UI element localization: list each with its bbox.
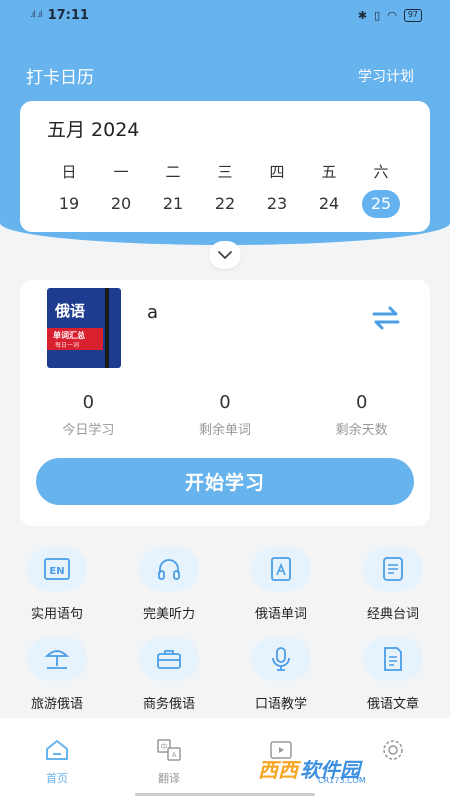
watermark-text: 西西	[258, 757, 298, 782]
document-icon	[383, 557, 403, 581]
bluetooth-icon: ✱	[357, 8, 368, 22]
headphones-icon	[158, 559, 180, 580]
watermark-subtext: CR173.COM	[318, 776, 366, 785]
feature-label: 完美听力	[142, 607, 195, 622]
weekday-row: 日 一 二 三 四 五 六	[50, 161, 400, 182]
feature-speaking[interactable]: 口语教学	[236, 637, 326, 712]
briefcase-icon	[157, 650, 181, 669]
chevron-down-icon	[218, 251, 232, 260]
svg-text:中: 中	[161, 742, 168, 751]
stat-value: 0	[355, 392, 368, 413]
tab-home[interactable]: 首页	[22, 738, 92, 786]
wifi-icon: ◠	[387, 8, 397, 22]
calendar-date-selected[interactable]: 25	[362, 190, 400, 218]
beach-icon	[44, 650, 70, 669]
stat-label: 今日学习	[62, 423, 115, 438]
weekday-label: 三	[217, 163, 233, 181]
weekday-label: 二	[165, 163, 181, 181]
translate-icon: 中 A	[157, 739, 181, 761]
feature-words[interactable]: 俄语单词	[236, 547, 326, 622]
book-strap	[105, 288, 109, 368]
feature-label: 俄语单词	[254, 607, 307, 622]
study-plan-link[interactable]: 学习计划	[358, 66, 414, 86]
microphone-icon	[272, 647, 290, 671]
header: 打卡日历 学习计划	[26, 63, 414, 88]
page-title: 打卡日历	[26, 68, 94, 88]
calendar-date[interactable]: 22	[206, 190, 244, 218]
feature-business[interactable]: 商务俄语	[124, 637, 214, 712]
home-indicator	[135, 793, 315, 796]
stat-today: 0 今日学习	[20, 392, 157, 438]
book-cover[interactable]: 俄语 单词汇总 每日一词	[47, 288, 121, 368]
calendar-date[interactable]: 20	[102, 190, 140, 218]
svg-text:A: A	[172, 751, 177, 759]
book-band: 单词汇总 每日一词	[47, 328, 103, 350]
signal-icon: .ıl .ıl	[30, 10, 43, 20]
study-stats: 0 今日学习 0 剩余单词 0 剩余天数	[20, 392, 430, 438]
home-icon	[46, 740, 68, 760]
stat-value: 0	[219, 392, 231, 413]
study-card: 俄语 单词汇总 每日一词 a 0 今日学习 0 剩余单词 0 剩余天数 开始学习	[20, 280, 430, 526]
feature-label: 旅游俄语	[30, 697, 83, 712]
weekday-label: 一	[113, 163, 129, 181]
calendar-card: 五月 2024 日 一 二 三 四 五 六 19 20 21 22 23 24 …	[20, 101, 430, 232]
date-row: 19 20 21 22 23 24 25	[50, 190, 400, 218]
calendar-month: 五月 2024	[47, 119, 140, 141]
calendar-date[interactable]: 19	[50, 190, 88, 218]
weekday-label: 日	[61, 163, 77, 181]
article-icon	[384, 647, 402, 671]
calendar-date[interactable]: 23	[258, 190, 296, 218]
word-book-icon	[271, 557, 291, 581]
feature-label: 实用语句	[30, 607, 83, 622]
feature-articles[interactable]: 俄语文章	[348, 637, 438, 712]
calendar-date[interactable]: 21	[154, 190, 192, 218]
svg-text:EN: EN	[49, 566, 64, 577]
feature-label: 俄语文章	[366, 697, 419, 712]
calendar-date[interactable]: 24	[310, 190, 348, 218]
feature-classic-lines[interactable]: 经典台词	[348, 547, 438, 622]
feature-listening[interactable]: 完美听力	[124, 547, 214, 622]
tab-translate[interactable]: 中 A 翻译	[134, 738, 204, 786]
expand-calendar-button[interactable]	[209, 241, 241, 269]
tab-label: 翻译	[158, 772, 180, 785]
tab-label: 首页	[46, 772, 68, 785]
feature-practical-sentences[interactable]: EN 实用语句	[12, 547, 102, 622]
book-title: 俄语	[55, 302, 86, 320]
book-band-subtext: 每日一词	[55, 342, 80, 349]
stat-remaining-days: 0 剩余天数	[293, 392, 430, 438]
status-bar: .ıl .ıl 17:11 ✱ ▯ ◠ 97	[0, 0, 450, 30]
clock: 17:11	[47, 7, 89, 23]
stat-value: 0	[82, 392, 95, 413]
weekday-label: 六	[373, 163, 389, 181]
weekday-label: 四	[269, 163, 285, 181]
vibrate-icon: ▯	[374, 8, 381, 22]
swap-icon[interactable]	[370, 304, 402, 332]
battery-icon: 97	[403, 8, 422, 22]
weekday-label: 五	[321, 163, 337, 181]
stat-label: 剩余天数	[335, 423, 388, 438]
start-study-button[interactable]: 开始学习	[36, 458, 414, 505]
stat-remaining-words: 0 剩余单词	[157, 392, 294, 438]
en-icon: EN	[44, 558, 70, 580]
feature-label: 经典台词	[366, 607, 419, 622]
watermark-logo: 西西 软件园 CR173.COM	[258, 742, 433, 794]
feature-label: 商务俄语	[142, 697, 195, 712]
feature-label: 口语教学	[254, 697, 307, 712]
stat-label: 剩余单词	[199, 423, 252, 438]
feature-travel[interactable]: 旅游俄语	[12, 637, 102, 712]
current-word: a	[147, 302, 159, 323]
